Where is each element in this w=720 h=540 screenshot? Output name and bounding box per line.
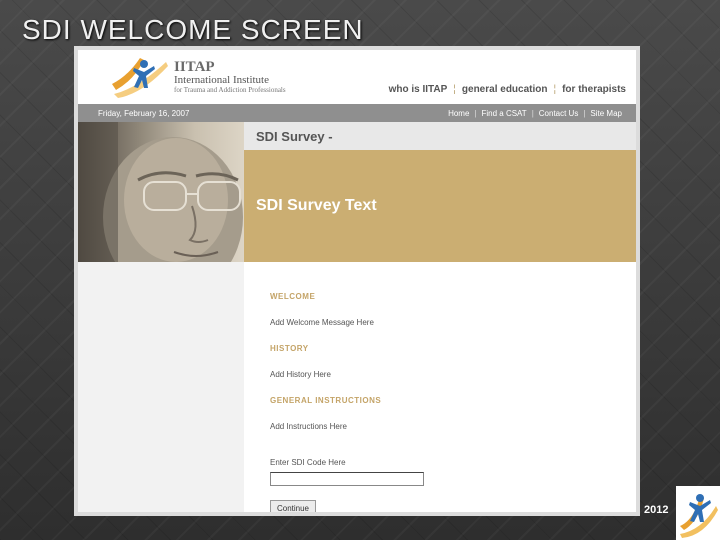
sub-nav-separator: | [531,109,534,118]
history-body: Add History Here [270,370,331,379]
nav-general-education[interactable]: general education [462,84,548,95]
survey-band-text: SDI Survey Text [256,197,377,214]
date-text: Friday, February 16, 2007 [98,109,190,118]
survey-header-strip: SDI Survey - [244,122,636,150]
slide-title: SDI WELCOME SCREEN [22,14,364,45]
sub-nav-contact-us[interactable]: Contact Us [539,109,579,118]
slide-year: 2012 [644,504,669,516]
nav-separator: ¦ [453,84,456,95]
sub-nav-home[interactable]: Home [448,109,469,118]
nav-separator: ¦ [553,84,557,95]
nav-who-is-iitap[interactable]: who is IITAP [389,84,448,95]
sub-nav-separator: | [474,109,477,118]
sub-nav: Home | Find a CSAT | Contact Us | Site M… [448,109,622,118]
sdi-code-label: Enter SDI Code Here [270,458,346,467]
left-column [78,262,244,512]
portrait-image [78,122,243,262]
survey-band: SDI Survey Text [244,150,636,262]
continue-button[interactable]: Continue [270,500,316,512]
sub-nav-site-map[interactable]: Site Map [590,109,622,118]
iitap-logo-icon[interactable] [108,54,172,100]
iitap-corner-logo-icon [680,494,718,538]
logo-abbr: IITAP [174,59,215,75]
welcome-body: Add Welcome Message Here [270,318,374,327]
survey-header-title: SDI Survey - [256,129,333,144]
corner-logo [676,486,720,540]
header-photo [78,122,244,262]
nav-for-therapists[interactable]: for therapists [562,84,626,95]
instructions-heading: GENERAL INSTRUCTIONS [270,396,382,405]
history-heading: HISTORY [270,344,309,353]
sub-nav-separator: | [583,109,586,118]
logo-line1: International Institute [174,74,269,86]
site-header: IITAP International Institute for Trauma… [78,50,636,104]
top-nav: who is IITAP ¦ general education ¦ for t… [389,84,626,95]
sdi-code-input[interactable] [270,472,424,486]
logo-line2: for Trauma and Addiction Professionals [174,86,286,94]
instructions-body: Add Instructions Here [270,422,347,431]
welcome-heading: WELCOME [270,292,316,301]
date-bar: Friday, February 16, 2007 Home | Find a … [78,104,636,122]
website-screenshot: IITAP International Institute for Trauma… [74,46,640,516]
sub-nav-find-csat[interactable]: Find a CSAT [481,109,526,118]
logo-text: IITAP International Institute for Trauma… [174,59,286,95]
